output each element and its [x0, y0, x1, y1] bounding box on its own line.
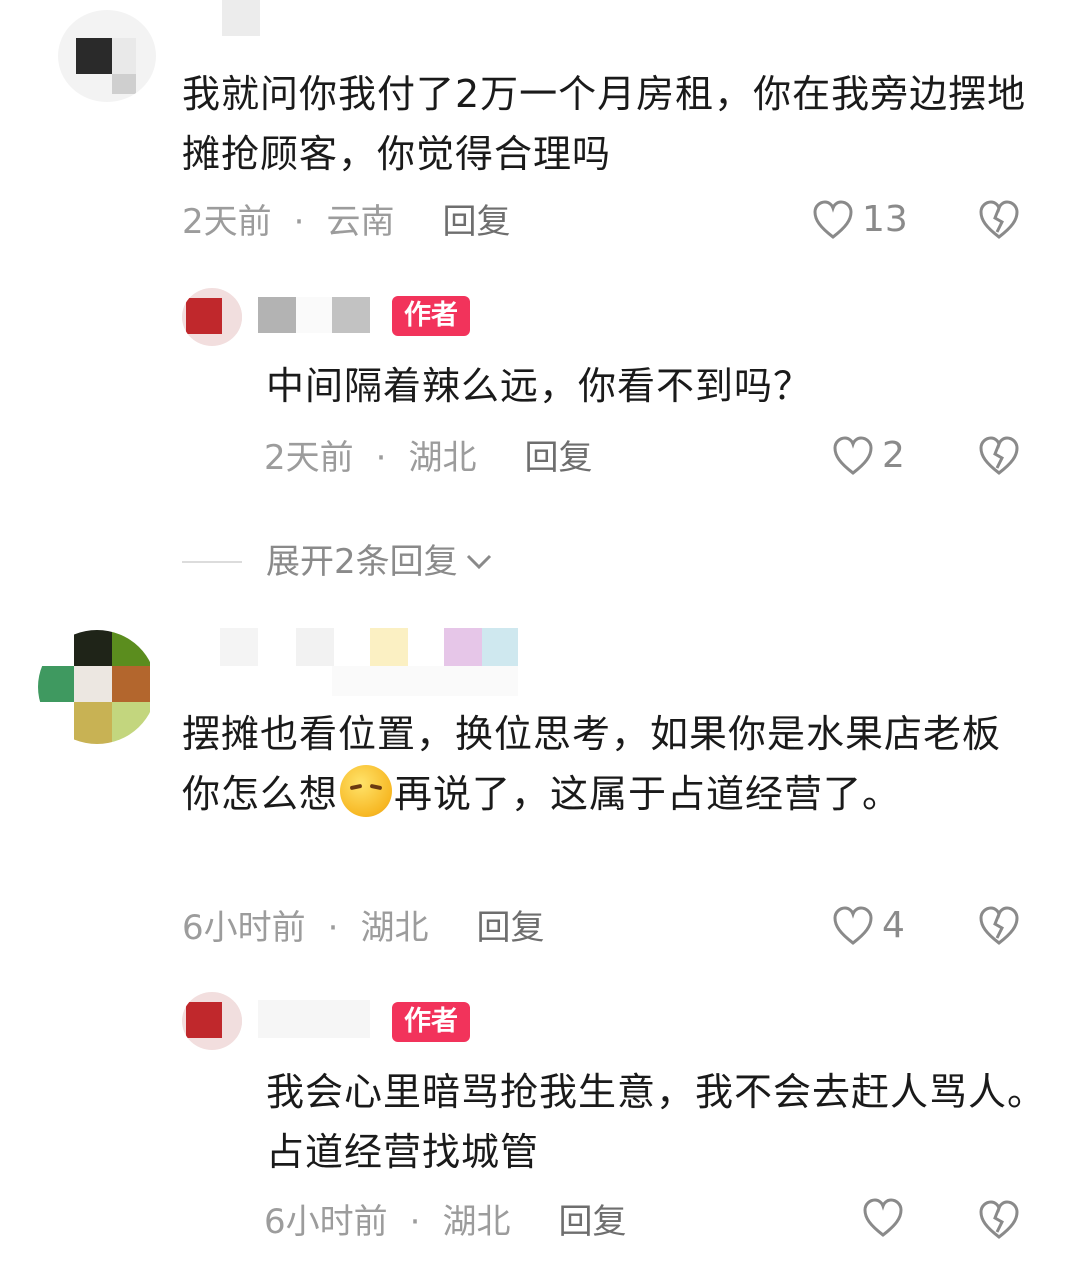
expand-replies-button[interactable]: 展开2条回复: [182, 540, 494, 584]
comment-meta: 2天前 · 云南 回复: [182, 200, 510, 244]
like-count: 13: [862, 199, 908, 240]
author-badge: 作者: [392, 296, 470, 336]
broken-heart-icon: [979, 436, 1019, 475]
comment-time: 2天前: [182, 202, 272, 242]
comment-text: 摆摊也看位置，换位思考，如果你是水果店老板你怎么想 再说了，这属于占道经营了。: [182, 704, 1032, 824]
author-avatar[interactable]: [182, 992, 242, 1050]
reply-time: 6小时前: [264, 1202, 388, 1242]
expand-replies-label: 展开2条回复: [266, 542, 458, 582]
avatar[interactable]: [38, 630, 156, 744]
meta-separator: ·: [327, 908, 339, 948]
comment-location: 云南: [326, 202, 395, 242]
like-count: 4: [882, 905, 905, 946]
like-button[interactable]: 4: [832, 904, 905, 948]
broken-heart-icon: [979, 906, 1019, 945]
like-count: 2: [882, 435, 905, 476]
expand-divider: [182, 561, 242, 563]
heart-icon: [833, 436, 873, 475]
reply-time: 2天前: [264, 438, 354, 478]
thinking-face-emoji-icon: [340, 765, 393, 817]
dislike-button[interactable]: [978, 1200, 1020, 1240]
broken-heart-icon: [979, 1200, 1019, 1239]
author-avatar[interactable]: [182, 288, 242, 346]
reply-button[interactable]: 回复: [558, 1202, 626, 1242]
avatar[interactable]: [58, 10, 156, 102]
reply-text: 中间隔着辣么远，你看不到吗？: [266, 364, 813, 408]
meta-separator: ·: [375, 438, 387, 478]
like-button[interactable]: [862, 1198, 904, 1238]
reply-button[interactable]: 回复: [476, 908, 544, 948]
reply-location: 湖北: [408, 438, 477, 478]
dislike-button[interactable]: [978, 200, 1020, 240]
author-badge: 作者: [392, 1002, 470, 1042]
username-blurred[interactable]: [258, 1000, 370, 1040]
reply-button[interactable]: 回复: [442, 202, 510, 242]
dislike-button[interactable]: [978, 436, 1020, 476]
heart-icon: [833, 906, 873, 945]
like-button[interactable]: 2: [832, 434, 905, 478]
broken-heart-icon: [979, 200, 1019, 239]
like-button[interactable]: 13: [812, 198, 908, 242]
meta-separator: ·: [293, 202, 305, 242]
dislike-button[interactable]: [978, 906, 1020, 946]
comment-text: 我就问你我付了2万一个月房租，你在我旁边摆地摊抢顾客，你觉得合理吗: [182, 72, 1027, 176]
reply-meta: 6小时前 · 湖北 回复: [264, 1200, 626, 1244]
username-blurred[interactable]: [222, 0, 260, 36]
reply-meta: 2天前 · 湖北 回复: [264, 436, 592, 480]
comment-text-part2: 再说了，这属于占道经营了。: [394, 772, 902, 816]
reply-button[interactable]: 回复: [524, 438, 592, 478]
username-blurred[interactable]: [220, 628, 520, 698]
chevron-down-icon: [466, 554, 491, 570]
heart-icon: [813, 200, 853, 239]
meta-separator: ·: [409, 1202, 421, 1242]
heart-icon: [863, 1198, 903, 1237]
reply-location: 湖北: [442, 1202, 511, 1242]
reply-text: 我会心里暗骂抢我生意，我不会去赶人骂人。占道经营找城管: [266, 1070, 1047, 1174]
comment-meta: 6小时前 · 湖北 回复: [182, 906, 544, 950]
username-blurred[interactable]: [258, 297, 370, 335]
comment-time: 6小时前: [182, 908, 306, 948]
comment-location: 湖北: [360, 908, 429, 948]
